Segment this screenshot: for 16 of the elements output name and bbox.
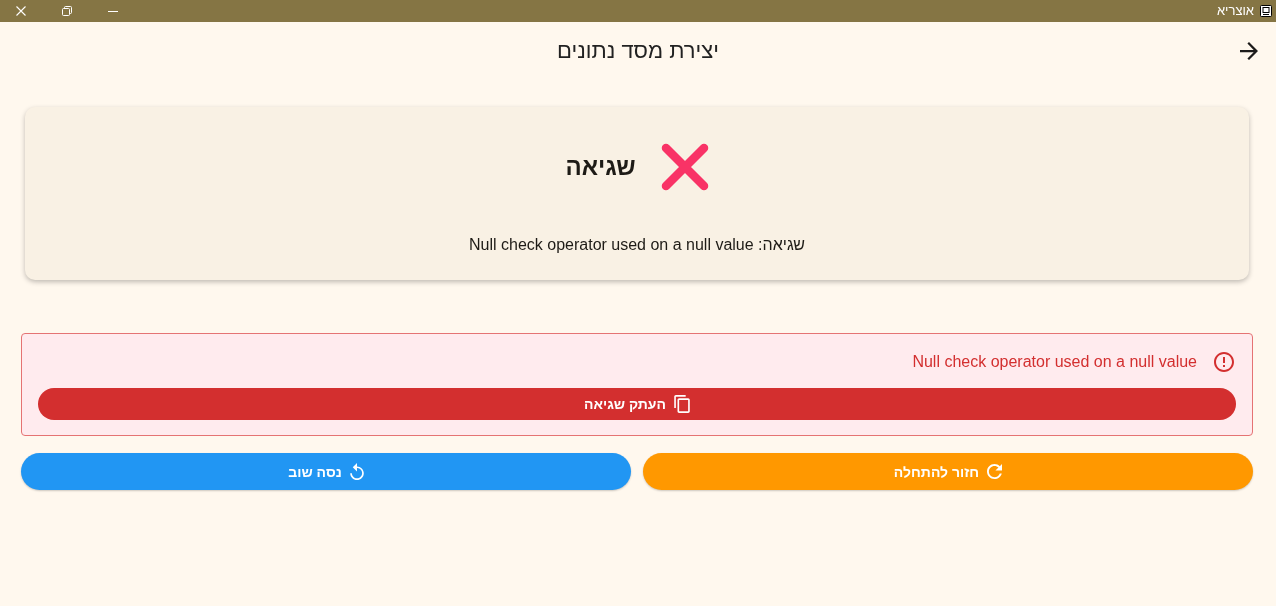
window-title: אוצריא (1216, 3, 1254, 19)
copy-icon (673, 395, 690, 413)
page-title: יצירת מסד נתונים (557, 37, 719, 65)
status-message: שגיאה: Null check operator used on a null value (469, 235, 805, 255)
status-title: שגיאה (565, 152, 636, 182)
copy-error-button[interactable]: העתק שגיאה (38, 388, 1236, 420)
action-button[interactable]: חזור להתחלה (643, 453, 1253, 490)
minimize-icon[interactable] (108, 10, 118, 12)
action-button[interactable]: נסה שוב (21, 453, 631, 490)
refresh-icon (987, 464, 1003, 479)
replay-icon (349, 463, 364, 480)
arrow-icon[interactable] (1240, 42, 1258, 60)
restore-icon[interactable] (62, 6, 72, 16)
close-icon[interactable] (16, 6, 26, 16)
document-icon (1260, 5, 1272, 17)
error-message: Null check operator used on a null value (912, 352, 1197, 372)
